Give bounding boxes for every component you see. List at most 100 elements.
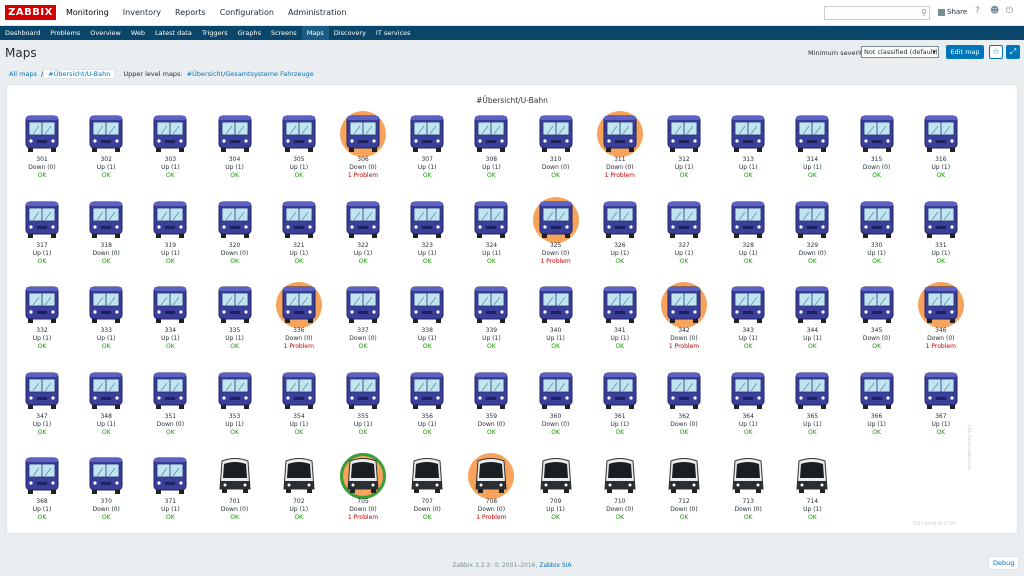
map-node-311[interactable]: 311 Down (0) 1 Problem [593,111,647,186]
map-node-341[interactable]: 341 Up (1) OK [593,282,647,357]
map-node-710[interactable]: 710 Down (0) OK [593,453,647,528]
submenu-it-services[interactable]: IT services [371,26,416,40]
map-node-325[interactable]: 325 Down (0) 1 Problem [529,196,583,272]
map-node-333[interactable]: 333 Up (1) OK [79,282,133,357]
map-node-322[interactable]: 322 Up (1) OK [336,197,390,272]
map-node-301[interactable]: 301 Down (0) OK [15,111,69,186]
map-node-709[interactable]: 709 Up (1) OK [529,453,583,528]
map-node-366[interactable]: 366 Up (1) OK [850,368,904,443]
breadcrumb-all-maps[interactable]: All maps [5,70,41,78]
map-node-364[interactable]: 364 Up (1) OK [721,368,775,443]
submenu-triggers[interactable]: Triggers [197,26,233,40]
map-node-701[interactable]: 701 Down (0) OK [208,453,262,528]
map-node-313[interactable]: 313 Up (1) OK [721,111,775,186]
submenu-screens[interactable]: Screens [266,26,302,40]
submenu-discovery[interactable]: Discovery [329,26,371,40]
search-icon[interactable]: ⚲ [921,8,927,17]
map-node-307[interactable]: 307 Up (1) OK [400,111,454,186]
map-node-705[interactable]: 705 Down (0) 1 Problem [336,453,390,528]
map-node-708[interactable]: 708 Down (0) 1 Problem [464,453,518,528]
submenu-dashboard[interactable]: Dashboard [0,26,45,40]
map-node-365[interactable]: 365 Up (1) OK [785,368,839,443]
footer-link[interactable]: Zabbix SIA [539,562,571,569]
search-input[interactable] [825,7,915,19]
menu-reports[interactable]: Reports [175,0,206,26]
map-node-360[interactable]: 360 Down (0) OK [529,368,583,443]
map-node-340[interactable]: 340 Up (1) OK [529,282,583,357]
user-icon[interactable]: ☻ [990,6,999,16]
map-node-712[interactable]: 712 Down (0) OK [657,453,711,528]
map-node-332[interactable]: 332 Up (1) OK [15,282,69,357]
map-node-308[interactable]: 308 Up (1) OK [464,111,518,186]
map-node-316[interactable]: 316 Up (1) OK [914,111,968,186]
min-severity-select[interactable]: Not classified (default) [861,46,939,58]
map-node-326[interactable]: 326 Up (1) OK [593,197,647,272]
map-node-355[interactable]: 355 Up (1) OK [336,368,390,443]
map-node-327[interactable]: 327 Up (1) OK [657,197,711,272]
debug-button[interactable]: Debug [988,556,1020,570]
submenu-graphs[interactable]: Graphs [233,26,266,40]
map-node-354[interactable]: 354 Up (1) OK [272,368,326,443]
map-node-324[interactable]: 324 Up (1) OK [464,197,518,272]
map-node-345[interactable]: 345 Down (0) OK [850,282,904,357]
map-node-714[interactable]: 714 Up (1) OK [785,453,839,528]
map-node-356[interactable]: 356 Up (1) OK [400,368,454,443]
map-node-336[interactable]: 336 Down (0) 1 Problem [272,282,326,357]
map-node-306[interactable]: 306 Down (0) 1 Problem [336,111,390,186]
map-node-337[interactable]: 337 Down (0) OK [336,282,390,357]
submenu-web[interactable]: Web [126,26,150,40]
submenu-maps[interactable]: Maps [301,26,329,40]
map-node-317[interactable]: 317 Up (1) OK [15,197,69,272]
upper-level-map-link[interactable]: #Übersicht/Gesamtsysteme Fahrzeuge [187,70,314,78]
map-node-315[interactable]: 315 Down (0) OK [850,111,904,186]
map-node-713[interactable]: 713 Down (0) OK [721,453,775,528]
map-node-302[interactable]: 302 Up (1) OK [79,111,133,186]
map-node-368[interactable]: 368 Up (1) OK [15,453,69,528]
map-node-342[interactable]: 342 Down (0) 1 Problem [657,282,711,357]
map-node-321[interactable]: 321 Up (1) OK [272,197,326,272]
share-button[interactable]: Share [938,8,967,16]
submenu-overview[interactable]: Overview [85,26,126,40]
map-node-314[interactable]: 314 Up (1) OK [785,111,839,186]
menu-administration[interactable]: Administration [288,0,347,26]
map-node-330[interactable]: 330 Up (1) OK [850,197,904,272]
map-node-370[interactable]: 370 Down (0) OK [79,453,133,528]
map-node-319[interactable]: 319 Up (1) OK [143,197,197,272]
map-node-707[interactable]: 707 Down (0) OK [400,453,454,528]
menu-configuration[interactable]: Configuration [220,0,274,26]
map-node-331[interactable]: 331 Up (1) OK [914,197,968,272]
map-node-361[interactable]: 361 Up (1) OK [593,368,647,443]
map-node-310[interactable]: 310 Down (0) OK [529,111,583,186]
map-node-323[interactable]: 323 Up (1) OK [400,197,454,272]
map-node-329[interactable]: 329 Down (0) OK [785,197,839,272]
menu-inventory[interactable]: Inventory [123,0,161,26]
map-node-702[interactable]: 702 Up (1) OK [272,453,326,528]
breadcrumb-current-map[interactable]: #Übersicht/U-Bahn [43,68,116,79]
map-node-335[interactable]: 335 Up (1) OK [208,282,262,357]
map-node-334[interactable]: 334 Up (1) OK [143,282,197,357]
submenu-latest-data[interactable]: Latest data [150,26,197,40]
help-icon[interactable]: ? [975,6,980,16]
map-node-304[interactable]: 304 Up (1) OK [208,111,262,186]
map-node-353[interactable]: 353 Up (1) OK [208,368,262,443]
menu-monitoring[interactable]: Monitoring [66,0,109,26]
map-node-371[interactable]: 371 Up (1) OK [143,453,197,528]
fullscreen-icon[interactable]: ⤢ [1006,45,1020,59]
map-node-339[interactable]: 339 Up (1) OK [464,282,518,357]
map-node-347[interactable]: 347 Up (1) OK [15,368,69,443]
favourite-star-icon[interactable]: ☆ [989,45,1003,59]
power-icon[interactable]: ⏻ [1006,6,1013,16]
zabbix-logo[interactable]: ZABBIX [5,5,56,20]
map-node-305[interactable]: 305 Up (1) OK [272,111,326,186]
map-node-343[interactable]: 343 Up (1) OK [721,282,775,357]
map-node-359[interactable]: 359 Down (0) OK [464,368,518,443]
map-node-318[interactable]: 318 Down (0) OK [79,197,133,272]
map-node-344[interactable]: 344 Up (1) OK [785,282,839,357]
map-node-346[interactable]: 346 Down (0) 1 Problem [914,282,968,357]
submenu-problems[interactable]: Problems [45,26,85,40]
map-node-303[interactable]: 303 Up (1) OK [143,111,197,186]
map-node-362[interactable]: 362 Down (0) OK [657,368,711,443]
map-node-367[interactable]: 367 Up (1) OK [914,368,968,443]
edit-map-button[interactable]: Edit map [946,45,984,59]
map-node-312[interactable]: 312 Up (1) OK [657,111,711,186]
